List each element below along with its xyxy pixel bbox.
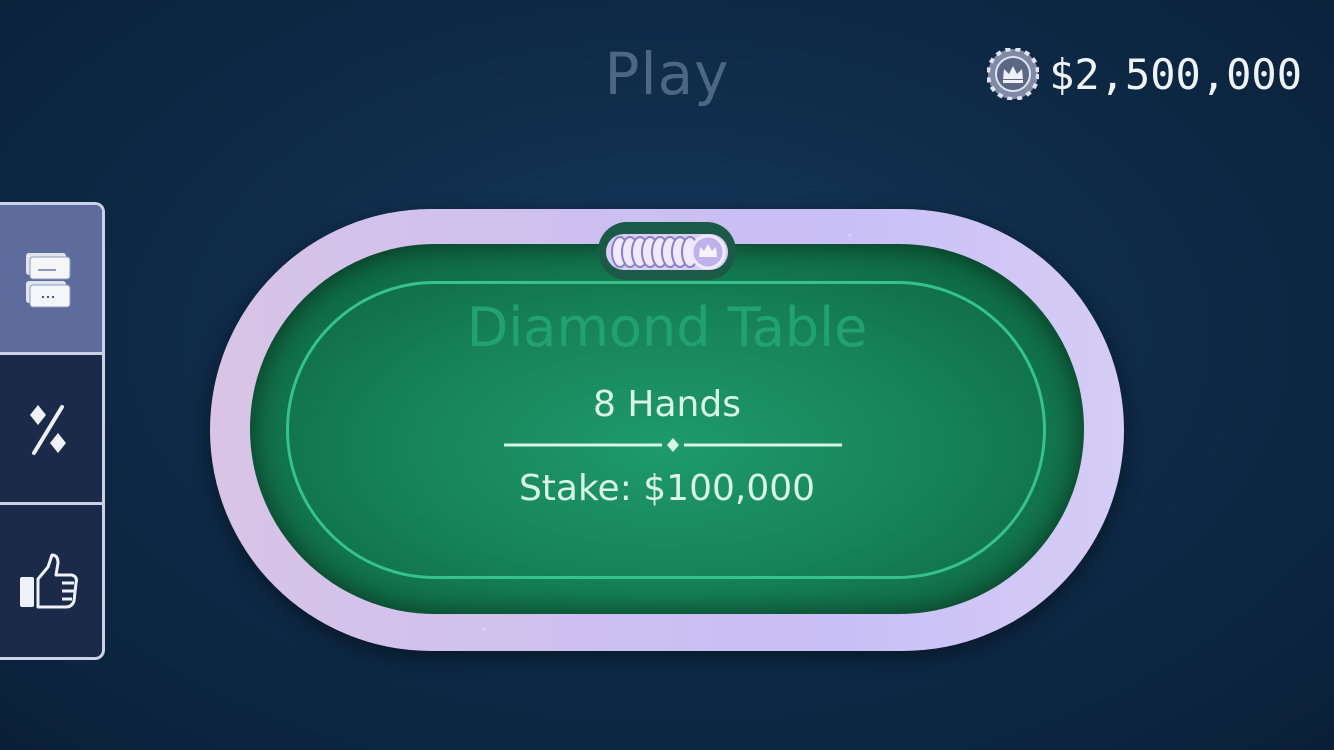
stake-amount: Stake: $100,000 (518, 468, 816, 509)
side-menu-tables[interactable] (0, 205, 102, 355)
diamond-percent-icon (30, 404, 66, 455)
side-menu (0, 202, 105, 660)
chip-stack-icon (606, 234, 728, 270)
side-menu-like[interactable] (0, 505, 102, 657)
balance-display: $2,500,000 (987, 46, 1302, 102)
thumbs-up-icon (20, 553, 78, 609)
hands-count: 8 Hands (593, 384, 741, 425)
table-name: Diamond Table (466, 296, 868, 359)
tables-list-icon (26, 252, 71, 307)
side-menu-odds[interactable] (0, 355, 102, 505)
chip-tray (598, 222, 736, 280)
balance-amount: $2,500,000 (1049, 49, 1302, 99)
diamond-divider (504, 438, 842, 452)
crown-chip-icon (987, 48, 1040, 100)
